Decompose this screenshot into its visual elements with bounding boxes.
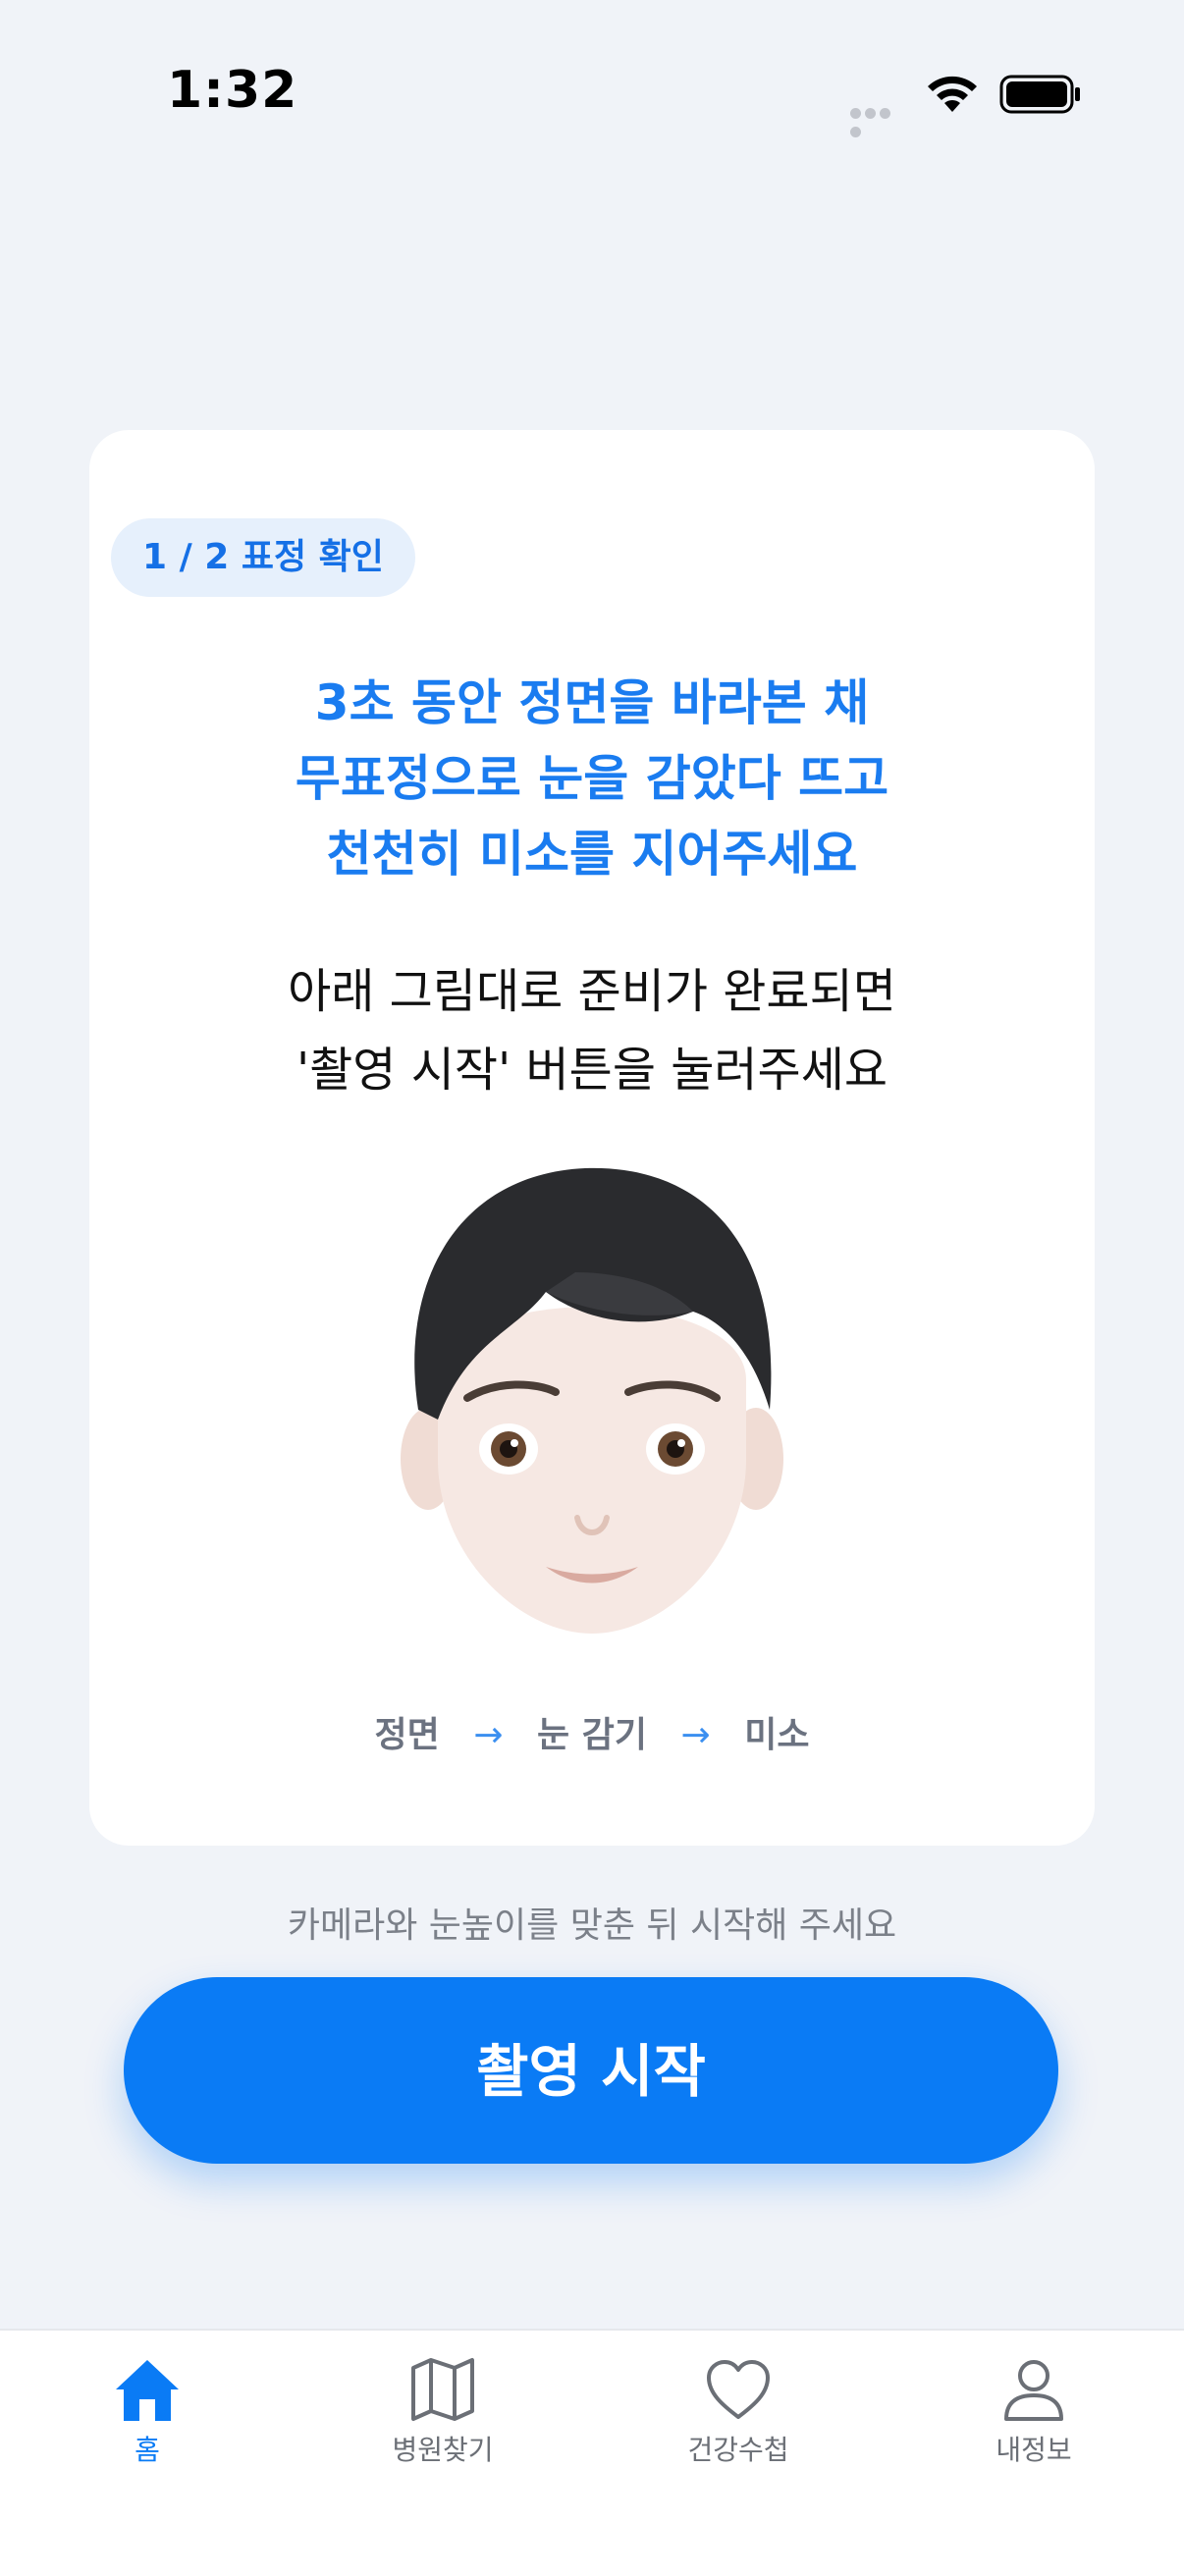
tab-health-notebook[interactable]: 건강수첩 xyxy=(640,2354,836,2468)
camera-hint: 카메라와 눈높이를 맞춘 뒤 시작해 주세요 xyxy=(287,1905,897,1946)
tab-home[interactable]: 홈 xyxy=(49,2354,245,2468)
instruction-main-line: 무표정으로 눈을 감았다 뜨고 xyxy=(295,750,889,807)
instruction-main-line: 천천히 미소를 지어주세요 xyxy=(326,826,858,883)
signal-dots-icon xyxy=(850,104,907,137)
arrow-right-icon: → xyxy=(473,1715,504,1755)
tab-hospital-search[interactable]: 병원찾기 xyxy=(345,2354,541,2468)
home-icon xyxy=(116,2360,179,2421)
tab-label: 건강수첩 xyxy=(687,2434,789,2466)
battery-icon xyxy=(999,75,1080,114)
tab-label: 홈 xyxy=(135,2434,160,2466)
instruction-card: 1 / 2 표정 확인 3초 동안 정면을 바라본 채 무표정으로 눈을 감았다… xyxy=(89,430,1095,1846)
instruction-main-line: 3초 동안 정면을 바라본 채 xyxy=(314,674,870,731)
instruction-sub: 아래 그림대로 준비가 완료되면 '촬영 시작' 버튼을 눌러주세요 xyxy=(89,952,1095,1109)
instruction-main: 3초 동안 정면을 바라본 채 무표정으로 눈을 감았다 뜨고 천천히 미소를 … xyxy=(89,666,1095,892)
status-time: 1:32 xyxy=(167,61,298,120)
heart-icon xyxy=(707,2360,770,2419)
expression-sequence: 정면 → 눈 감기 → 미소 xyxy=(89,1706,1095,1757)
sequence-step-front: 정면 xyxy=(374,1715,440,1755)
tab-label: 병원찾기 xyxy=(392,2434,494,2466)
instruction-sub-line: 아래 그림대로 준비가 완료되면 xyxy=(288,964,896,1019)
status-bar: 1:32 xyxy=(0,0,1184,187)
tab-bar: 홈 병원찾기 건강수첩 내정보 xyxy=(0,2329,1184,2576)
person-icon xyxy=(1004,2360,1063,2421)
wifi-icon xyxy=(928,76,977,112)
sequence-step-smile: 미소 xyxy=(744,1715,810,1755)
arrow-right-icon: → xyxy=(680,1715,711,1755)
tab-my-info[interactable]: 내정보 xyxy=(936,2354,1132,2468)
step-badge: 1 / 2 표정 확인 xyxy=(111,518,415,597)
avatar-face-illustration xyxy=(401,1167,783,1634)
start-capture-button[interactable]: 촬영 시작 xyxy=(124,1977,1058,2164)
tab-label: 내정보 xyxy=(996,2434,1072,2466)
map-icon xyxy=(411,2358,474,2421)
sequence-step-eyes-closed: 눈 감기 xyxy=(537,1715,647,1755)
instruction-sub-line: '촬영 시작' 버튼을 눌러주세요 xyxy=(296,1043,888,1098)
